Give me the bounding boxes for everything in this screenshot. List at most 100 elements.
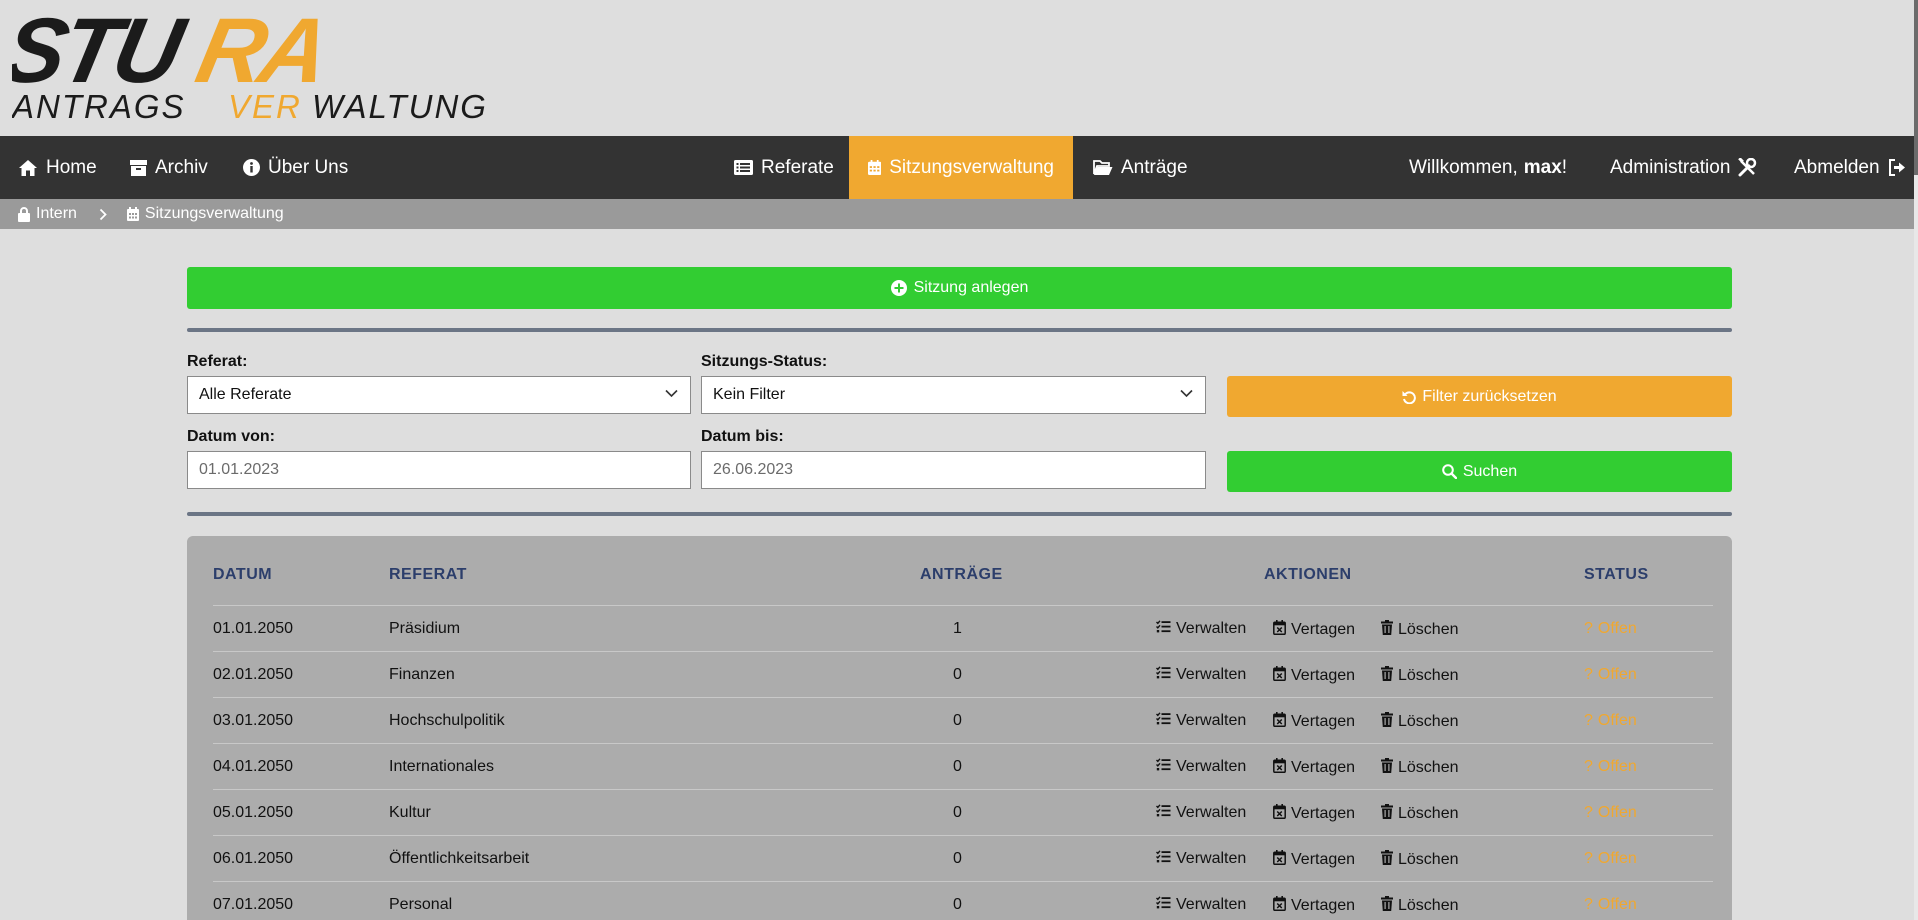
postpone-label: Vertagen bbox=[1291, 851, 1356, 868]
postpone-button[interactable]: Vertagen bbox=[1273, 712, 1355, 732]
logo-text-3: ANTRAGS bbox=[12, 88, 186, 122]
row-referat: Öffentlichkeitsarbeit bbox=[389, 850, 530, 867]
nav-antraege[interactable]: Anträge bbox=[1093, 136, 1188, 199]
status-badge: ? Offen bbox=[1584, 666, 1637, 684]
row-antraege-count: 1 bbox=[953, 620, 962, 637]
postpone-label: Vertagen bbox=[1291, 713, 1356, 730]
header-aktionen: AKTIONEN bbox=[1264, 566, 1352, 583]
postpone-button[interactable]: Vertagen bbox=[1273, 896, 1355, 916]
folder-open-icon bbox=[1093, 159, 1113, 175]
page-scrollbar[interactable] bbox=[1914, 0, 1918, 920]
status-select[interactable]: Kein Filter bbox=[701, 376, 1206, 414]
manage-label: Verwalten bbox=[1176, 712, 1247, 729]
postpone-button[interactable]: Vertagen bbox=[1273, 666, 1355, 686]
postpone-label: Vertagen bbox=[1291, 805, 1356, 822]
nav-archiv[interactable]: Archiv bbox=[130, 136, 208, 199]
postpone-button[interactable]: Vertagen bbox=[1273, 758, 1355, 778]
delete-label: Löschen bbox=[1398, 621, 1459, 638]
manage-button[interactable]: Verwalten bbox=[1156, 620, 1246, 638]
table-row: 02.01.2050 Finanzen 0 Verwalten Vertagen Lösc… bbox=[213, 652, 1713, 698]
status-label: Offen bbox=[1597, 896, 1637, 913]
calendar-x-icon bbox=[1273, 758, 1286, 778]
delete-button[interactable]: Löschen bbox=[1381, 620, 1459, 640]
nav-referate[interactable]: Referate bbox=[734, 136, 834, 199]
row-referat: Hochschulpolitik bbox=[389, 712, 505, 729]
row-antraege-count: 0 bbox=[953, 896, 962, 913]
delete-button[interactable]: Löschen bbox=[1381, 758, 1459, 778]
scrollbar-thumb[interactable] bbox=[1914, 0, 1918, 175]
status-label: Offen bbox=[1597, 666, 1637, 683]
table-header: DATUM REFERAT ANTRÄGE AKTIONEN STATUS bbox=[213, 566, 1713, 606]
sessions-table: DATUM REFERAT ANTRÄGE AKTIONEN STATUS 0 1… bbox=[187, 536, 1732, 920]
status-badge: ? Offen bbox=[1584, 712, 1637, 730]
postpone-button[interactable]: Vertagen bbox=[1273, 804, 1355, 824]
question-icon: ? bbox=[1584, 620, 1593, 637]
nav-home[interactable]: Home bbox=[18, 136, 97, 199]
chevron-down-icon bbox=[1180, 389, 1193, 398]
nav-administration[interactable]: Administration bbox=[1610, 136, 1757, 199]
manage-button[interactable]: Verwalten bbox=[1156, 850, 1246, 868]
chevron-right-icon bbox=[99, 208, 107, 221]
divider-bottom bbox=[187, 512, 1732, 516]
nav-abmelden[interactable]: Abmelden bbox=[1794, 136, 1906, 199]
calendar-x-icon bbox=[1273, 896, 1286, 916]
delete-button[interactable]: Löschen bbox=[1381, 712, 1459, 732]
question-icon: ? bbox=[1584, 666, 1593, 683]
postpone-label: Vertagen bbox=[1291, 759, 1356, 776]
table-row: 05.01.2050 Kultur 0 Verwalten Vertagen Lösche… bbox=[213, 790, 1713, 836]
plus-circle-icon bbox=[890, 280, 907, 296]
delete-button[interactable]: Löschen bbox=[1381, 896, 1459, 916]
date-from-label: Datum von: bbox=[187, 428, 275, 445]
archive-icon bbox=[130, 159, 147, 176]
referat-label: Referat: bbox=[187, 353, 248, 370]
postpone-button[interactable]: Vertagen bbox=[1273, 620, 1355, 640]
search-button[interactable]: Suchen bbox=[1227, 451, 1732, 492]
reset-filter-button[interactable]: Filter zurücksetzen bbox=[1227, 376, 1732, 417]
header-antraege: ANTRÄGE bbox=[920, 566, 1003, 583]
nav-referate-label: Referate bbox=[761, 156, 834, 178]
manage-icon bbox=[1156, 804, 1171, 822]
breadcrumb-sitzungsverwaltung[interactable]: Sitzungsverwaltung bbox=[126, 205, 284, 223]
nav-sitzungsverwaltung[interactable]: Sitzungsverwaltung bbox=[849, 136, 1073, 199]
manage-label: Verwalten bbox=[1176, 758, 1247, 775]
main-navbar: Home Archiv Über Uns Referate Sitzungsve… bbox=[0, 136, 1914, 199]
delete-label: Löschen bbox=[1398, 805, 1459, 822]
delete-button[interactable]: Löschen bbox=[1381, 850, 1459, 870]
calendar-x-icon bbox=[1273, 850, 1286, 870]
nav-ueber-uns[interactable]: Über Uns bbox=[243, 136, 348, 199]
delete-label: Löschen bbox=[1398, 713, 1459, 730]
manage-button[interactable]: Verwalten bbox=[1156, 896, 1246, 914]
trash-icon bbox=[1381, 896, 1393, 916]
trash-icon bbox=[1381, 850, 1393, 870]
manage-button[interactable]: Verwalten bbox=[1156, 804, 1246, 822]
manage-button[interactable]: Verwalten bbox=[1156, 758, 1246, 776]
trash-icon bbox=[1381, 620, 1393, 640]
header-referat: REFERAT bbox=[389, 566, 467, 583]
delete-label: Löschen bbox=[1398, 667, 1459, 684]
breadcrumb-intern-label: Intern bbox=[36, 205, 77, 222]
nav-ueber-uns-label: Über Uns bbox=[268, 156, 349, 178]
delete-button[interactable]: Löschen bbox=[1381, 804, 1459, 824]
status-badge: ? Offen bbox=[1584, 804, 1637, 822]
row-referat: Finanzen bbox=[389, 666, 455, 683]
nav-abmelden-label: Abmelden bbox=[1794, 156, 1880, 178]
breadcrumb-intern[interactable]: Intern bbox=[18, 205, 77, 223]
date-from-input[interactable]: 01.01.2023 bbox=[187, 451, 691, 489]
trash-icon bbox=[1381, 804, 1393, 824]
postpone-button[interactable]: Vertagen bbox=[1273, 850, 1355, 870]
date-from-placeholder: 01.01.2023 bbox=[199, 461, 280, 478]
breadcrumb: Intern Sitzungsverwaltung bbox=[0, 199, 1914, 229]
manage-button[interactable]: Verwalten bbox=[1156, 666, 1246, 684]
calendar-x-icon bbox=[1273, 620, 1286, 640]
create-session-button[interactable]: Sitzung anlegen bbox=[187, 267, 1732, 309]
welcome-text: Willkommen, max ! bbox=[1409, 136, 1567, 199]
divider-top bbox=[187, 328, 1732, 332]
manage-icon bbox=[1156, 666, 1171, 684]
app-logo[interactable]: STU RA ANTRAGS VER WALTUNG bbox=[12, 10, 537, 122]
date-to-input[interactable]: 26.06.2023 bbox=[701, 451, 1206, 489]
referat-select[interactable]: Alle Referate bbox=[187, 376, 691, 414]
manage-button[interactable]: Verwalten bbox=[1156, 712, 1246, 730]
manage-label: Verwalten bbox=[1176, 850, 1247, 867]
lock-icon bbox=[18, 206, 30, 222]
delete-button[interactable]: Löschen bbox=[1381, 666, 1459, 686]
